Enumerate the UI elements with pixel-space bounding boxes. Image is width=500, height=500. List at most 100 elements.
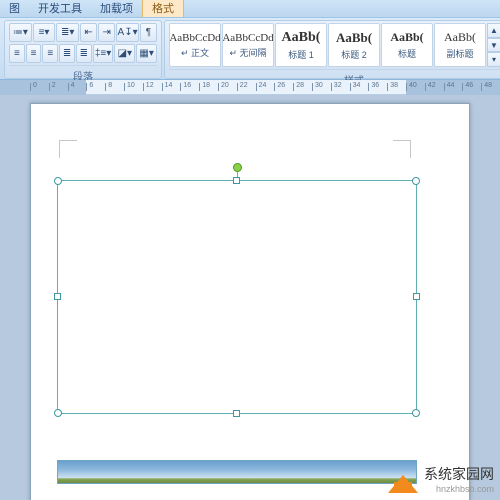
- ruler-tick-label: 36: [371, 82, 379, 89]
- increase-indent-button[interactable]: ⇥: [98, 23, 115, 42]
- ruler-tick: 30: [312, 83, 313, 91]
- ruler-tick-label: 28: [296, 82, 304, 89]
- style-swatch-1[interactable]: AaBbCcDd ↵ 无间隔: [222, 23, 274, 67]
- handle-top-mid[interactable]: [233, 177, 240, 184]
- gallery-scroll-down[interactable]: ▼: [487, 38, 500, 53]
- tab-view[interactable]: 图: [0, 0, 29, 17]
- tab-developer[interactable]: 开发工具: [29, 0, 91, 17]
- ruler-tick: 14: [162, 83, 163, 91]
- style-name: 标题: [398, 47, 416, 60]
- ruler-tick: 34: [350, 83, 351, 91]
- align-center-button[interactable]: ≡: [26, 44, 42, 63]
- handle-mid-right[interactable]: [413, 293, 420, 300]
- gallery-scroll-up[interactable]: ▲: [487, 23, 500, 38]
- margin-mark-top-left: [59, 140, 77, 158]
- page[interactable]: [30, 103, 470, 500]
- align-justify-button[interactable]: ≣: [59, 44, 75, 63]
- ruler-tick-label: 20: [221, 82, 229, 89]
- styles-gallery: AaBbCcDd↵ 正文AaBbCcDd↵ 无间隔AaBb(标题 1AaBb(标…: [169, 23, 486, 67]
- ruler-tick: 32: [331, 83, 332, 91]
- ruler-tick: 28: [293, 83, 294, 91]
- ruler-tick-label: 14: [165, 82, 173, 89]
- style-swatch-3[interactable]: AaBb(标题 2: [328, 23, 380, 67]
- ruler-tick-label: 4: [71, 82, 75, 89]
- style-name: 副标题: [446, 47, 473, 60]
- panel-styles: AaBbCcDd↵ 正文AaBbCcDd↵ 无间隔AaBb(标题 1AaBb(标…: [164, 20, 500, 79]
- handle-bottom-mid[interactable]: [233, 410, 240, 417]
- ruler-tick: 6: [86, 83, 87, 91]
- ruler-tick-label: 2: [52, 82, 56, 89]
- ruler-tick-label: 6: [89, 82, 93, 89]
- style-preview: AaBb(: [282, 30, 321, 46]
- sort-button[interactable]: A↧▾: [116, 23, 139, 42]
- multilevel-list-button[interactable]: ≣▾: [56, 23, 79, 42]
- ruler-tick: 24: [256, 83, 257, 91]
- numbering-button[interactable]: ≡▾: [33, 23, 56, 42]
- document-area: [0, 95, 500, 500]
- textbox-shape[interactable]: [57, 180, 417, 414]
- ruler-tick-label: 38: [390, 82, 398, 89]
- style-preview: AaBbCcDd: [222, 32, 273, 44]
- ruler-tick: 2: [49, 83, 50, 91]
- ruler-tick: 38: [387, 83, 388, 91]
- ruler-tick-label: 34: [353, 82, 361, 89]
- ruler-tick-label: 42: [428, 82, 436, 89]
- ruler-tick-label: 10: [127, 82, 135, 89]
- ruler-tick-label: 44: [447, 82, 455, 89]
- ruler-tick-label: 32: [334, 82, 342, 89]
- ruler-tick-label: 22: [240, 82, 248, 89]
- ruler-tick-label: 0: [33, 82, 37, 89]
- ruler-tick: 10: [124, 83, 125, 91]
- style-preview: AaBb(: [444, 30, 476, 45]
- style-swatch-2[interactable]: AaBb( 标题 1: [275, 23, 327, 67]
- ruler-tick: 0: [30, 83, 31, 91]
- ruler-tick: 40: [406, 83, 407, 91]
- style-name: 标题 1: [288, 48, 314, 61]
- ribbon: ≔▾ ≡▾ ≣▾ ⇤ ⇥ A↧▾ ¶ ≡ ≡ ≡ ≣ ≣ ‡≡▾ ◪▾ ▦▾ 段…: [0, 18, 500, 80]
- tab-addins[interactable]: 加载项: [91, 0, 142, 17]
- handle-bottom-right[interactable]: [412, 409, 420, 417]
- image-landscape: [57, 460, 417, 484]
- panel-paragraph: ≔▾ ≡▾ ≣▾ ⇤ ⇥ A↧▾ ¶ ≡ ≡ ≡ ≣ ≣ ‡≡▾ ◪▾ ▦▾ 段…: [4, 20, 162, 79]
- ruler-tick: 8: [105, 83, 106, 91]
- bullets-button[interactable]: ≔▾: [9, 23, 32, 42]
- align-right-button[interactable]: ≡: [42, 44, 58, 63]
- ruler-tick: 22: [237, 83, 238, 91]
- rotation-handle[interactable]: [233, 163, 242, 172]
- style-name: 标题 2: [341, 48, 367, 61]
- ruler-tick-label: 16: [183, 82, 191, 89]
- ruler-tick: 18: [199, 83, 200, 91]
- inserted-image[interactable]: [57, 460, 417, 484]
- style-name: ↵ 无间隔: [229, 46, 266, 59]
- style-swatch-4[interactable]: AaBb( 标题: [381, 23, 433, 67]
- style-preview: AaBbCcDd: [169, 32, 220, 44]
- tab-strip: 图 开发工具 加载项 格式: [0, 0, 500, 18]
- handle-top-right[interactable]: [412, 177, 420, 185]
- horizontal-ruler[interactable]: 0246810121416182022242628303234363840424…: [0, 80, 500, 95]
- ruler-tick: 20: [218, 83, 219, 91]
- ruler-tick: 44: [444, 83, 445, 91]
- ruler-tick: 46: [462, 83, 463, 91]
- style-name: ↵ 正文: [181, 46, 209, 59]
- ruler-tick: 42: [425, 83, 426, 91]
- style-swatch-0[interactable]: AaBbCcDd ↵ 正文: [169, 23, 221, 67]
- decrease-indent-button[interactable]: ⇤: [80, 23, 97, 42]
- tab-format[interactable]: 格式: [142, 0, 184, 17]
- handle-top-left[interactable]: [54, 177, 62, 185]
- line-spacing-button[interactable]: ‡≡▾: [93, 44, 114, 63]
- handle-mid-left[interactable]: [54, 293, 61, 300]
- align-distributed-button[interactable]: ≣: [76, 44, 92, 63]
- ruler-tick-label: 12: [146, 82, 154, 89]
- show-marks-button[interactable]: ¶: [140, 23, 157, 42]
- style-swatch-5[interactable]: AaBb( 副标题: [434, 23, 486, 67]
- ruler-tick-label: 30: [315, 82, 323, 89]
- align-left-button[interactable]: ≡: [9, 44, 25, 63]
- gallery-expand[interactable]: ▾: [487, 52, 500, 67]
- ruler-tick-label: 8: [108, 82, 112, 89]
- style-preview: AaBb(: [390, 30, 423, 45]
- ruler-tick-label: 46: [465, 82, 473, 89]
- handle-bottom-left[interactable]: [54, 409, 62, 417]
- shading-button[interactable]: ◪▾: [114, 44, 135, 63]
- ruler-tick: 12: [143, 83, 144, 91]
- borders-button[interactable]: ▦▾: [136, 44, 157, 63]
